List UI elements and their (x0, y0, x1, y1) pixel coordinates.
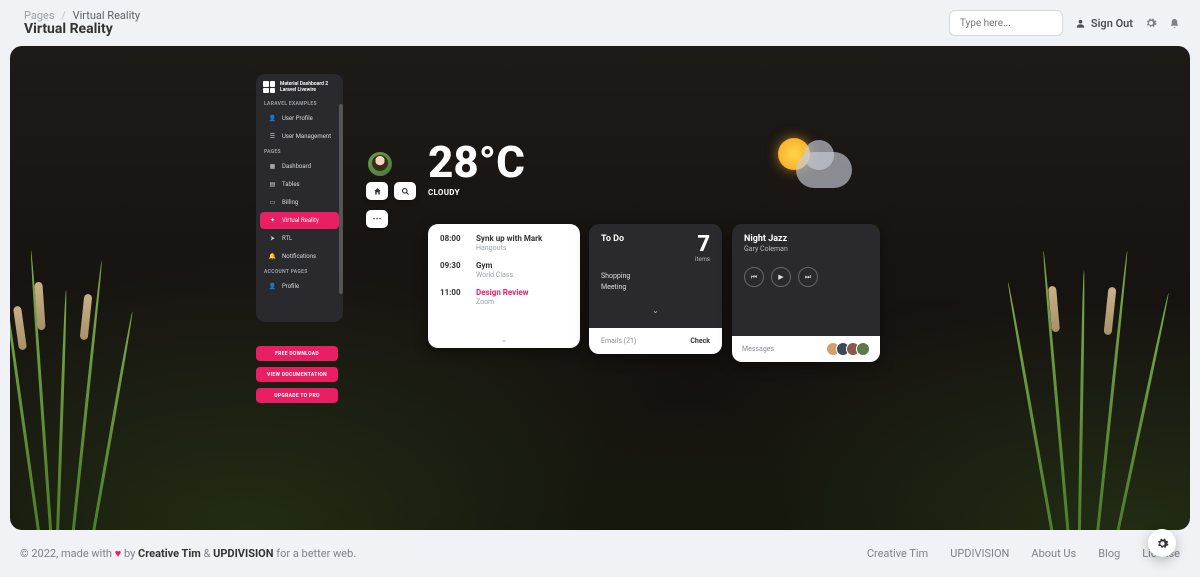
prev-button[interactable]: ⏮ (744, 267, 764, 287)
bell-icon[interactable] (1169, 18, 1180, 29)
sidebar-brand[interactable]: Material Dashboard 2Laravel Livewire (256, 74, 343, 98)
home-button[interactable] (366, 182, 388, 200)
footer-link[interactable]: About Us (1031, 547, 1076, 560)
messages-label: Messages (742, 345, 774, 353)
sidebar-item-notifications[interactable]: 🔔Notifications (260, 248, 339, 265)
play-icon: ▶ (778, 273, 783, 281)
footer: © 2022, made with ♥ by Creative Tim & UP… (0, 530, 1200, 577)
user-icon: 👤 (269, 115, 276, 122)
bell-icon: 🔔 (269, 253, 276, 260)
gear-icon[interactable] (1145, 17, 1157, 29)
todo-title: To Do (601, 234, 624, 263)
track-artist: Gary Coleman (744, 245, 868, 253)
track-title: Night Jazz (744, 234, 868, 244)
emails-label: Emails (21) (601, 337, 636, 345)
sidebar-item-user-profile[interactable]: 👤User Profile (260, 110, 339, 127)
home-icon (373, 187, 382, 196)
sidebar-item-rtl[interactable]: ⮞RTL (260, 230, 339, 247)
avatar-stack[interactable] (830, 342, 870, 356)
sidebar: Material Dashboard 2Laravel Livewire LAR… (256, 74, 348, 408)
footer-link[interactable]: UPDIVISION (950, 547, 1009, 560)
search-icon (401, 187, 410, 196)
search-button[interactable] (394, 182, 416, 200)
settings-fab[interactable] (1148, 529, 1176, 557)
topbar: Pages / Virtual Reality Virtual Reality … (0, 0, 1200, 46)
vr-icon: ✦ (269, 217, 276, 224)
billing-icon: ▭ (269, 199, 276, 206)
sidebar-item-virtual-reality[interactable]: ✦Virtual Reality (260, 212, 339, 229)
sidebar-item-profile[interactable]: 👤Profile (260, 278, 339, 295)
weather-condition: CLOUDY (428, 188, 525, 197)
footer-link-creative-tim[interactable]: Creative Tim (138, 547, 201, 560)
footer-copy: © 2022, made with ♥ by Creative Tim & UP… (20, 547, 356, 560)
schedule-row[interactable]: 11:00 Design ReviewZoom (440, 288, 568, 306)
todo-card: To Do 7 items Shopping Meeting ⌄ Emails … (589, 224, 722, 354)
schedule-row[interactable]: 08:00 Synk up with MarkHangouts (440, 234, 568, 252)
next-icon: ⏭ (805, 273, 811, 282)
schedule-row[interactable]: 09:30 GymWorld Class (440, 261, 568, 279)
sidebar-item-billing[interactable]: ▭Billing (260, 194, 339, 211)
prev-icon: ⏮ (751, 273, 757, 282)
upgrade-to-pro-button[interactable]: UPGRADE TO PRO (256, 388, 338, 403)
footer-links: Creative Tim UPDIVISION About Us Blog Li… (867, 547, 1180, 560)
page-title: Virtual Reality (24, 21, 140, 37)
search-input[interactable] (949, 10, 1063, 36)
sidebar-item-dashboard[interactable]: ▦Dashboard (260, 158, 339, 175)
user-icon (1075, 18, 1086, 29)
todo-list: Shopping Meeting (589, 267, 722, 297)
brand-icon (263, 81, 275, 93)
next-button[interactable]: ⏭ (798, 267, 818, 287)
todo-count: 7 (695, 234, 710, 256)
sidebar-section-laravel: LARAVEL EXAMPLES (256, 98, 343, 109)
sidebar-section-account: ACCOUNT PAGES (256, 266, 343, 277)
sidebar-item-user-management[interactable]: ☰User Management (260, 128, 339, 145)
sidebar-section-pages: PAGES (256, 146, 343, 157)
check-link[interactable]: Check (690, 337, 710, 345)
sidebar-item-tables[interactable]: ▤Tables (260, 176, 339, 193)
dashboard-icon: ▦ (269, 163, 276, 170)
list-icon: ☰ (269, 133, 276, 140)
rtl-icon: ⮞ (269, 235, 276, 242)
scrollbar[interactable] (339, 104, 343, 294)
gear-icon (1156, 537, 1169, 550)
user-icon: 👤 (269, 283, 276, 290)
play-button[interactable]: ▶ (771, 267, 791, 287)
weather-widget: 28°C CLOUDY (428, 140, 525, 197)
footer-link[interactable]: Blog (1098, 547, 1120, 560)
temperature: 28°C (428, 140, 525, 184)
schedule-card: 08:00 Synk up with MarkHangouts 09:30 Gy… (428, 224, 580, 348)
sign-out-link[interactable]: Sign Out (1075, 17, 1133, 30)
ellipsis-icon: ⋯ (373, 214, 382, 224)
table-icon: ▤ (269, 181, 276, 188)
footer-link-updivision[interactable]: UPDIVISION (213, 547, 273, 560)
avatar[interactable] (368, 152, 392, 176)
footer-link[interactable]: Creative Tim (867, 547, 928, 560)
more-button[interactable]: ⋯ (366, 210, 388, 228)
view-documentation-button[interactable]: VIEW DOCUMENTATION (256, 367, 338, 382)
chevron-down-icon[interactable]: ⌄ (501, 335, 508, 344)
chevron-down-icon[interactable]: ⌄ (652, 306, 659, 315)
free-download-button[interactable]: FREE DOWNLOAD (256, 346, 338, 361)
music-card: Night Jazz Gary Coleman ⏮ ▶ ⏭ Messages (732, 224, 880, 362)
